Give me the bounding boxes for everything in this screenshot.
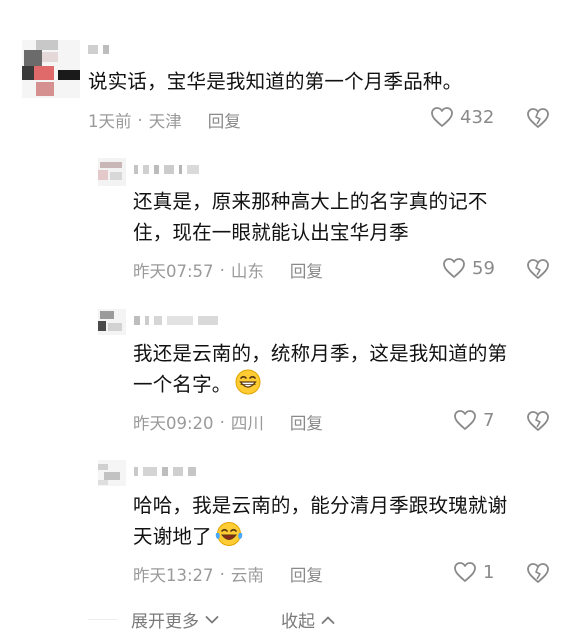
- like-button[interactable]: 7: [453, 409, 494, 431]
- comment-meta: 昨天07:57 · 山东 回复: [133, 258, 323, 282]
- comment-text: 说实话，宝华是我知道的第一个月季品种。: [88, 70, 463, 93]
- reply-button[interactable]: 回复: [208, 108, 241, 132]
- username[interactable]: [88, 44, 109, 54]
- comment-text: 哈哈，我是云南的，能分清月季跟玫瑰就谢 天谢地了: [133, 490, 507, 552]
- like-button[interactable]: 432: [430, 106, 494, 128]
- expand-more-label: 展开更多: [131, 612, 199, 632]
- like-count: 7: [483, 409, 495, 431]
- collapse-button[interactable]: 收起: [281, 607, 335, 632]
- dislike-icon[interactable]: [526, 258, 550, 280]
- avatar[interactable]: [98, 309, 126, 335]
- heart-icon: [454, 410, 476, 430]
- avatar[interactable]: [98, 158, 126, 186]
- like-count: 59: [472, 257, 495, 279]
- comment-location: 天津: [148, 112, 182, 131]
- comment-time: 昨天09:20: [133, 414, 214, 433]
- grinning-emoji: [235, 369, 261, 395]
- comment-location: 山东: [230, 262, 264, 281]
- chevron-up-icon: [321, 616, 335, 624]
- meta-separator: ·: [219, 412, 225, 432]
- dislike-icon[interactable]: [526, 107, 550, 129]
- comment-text: 还真是，原来那种高大上的名字真的记不 住，现在一眼就能认出宝华月季: [133, 186, 488, 248]
- comment-meta: 昨天13:27 · 云南 回复: [133, 562, 323, 586]
- comment-text-line-2: 天谢地了: [133, 521, 507, 552]
- username[interactable]: [134, 466, 196, 476]
- comment-time: 1天前: [88, 112, 132, 131]
- like-button[interactable]: 1: [453, 561, 494, 583]
- collapse-label: 收起: [281, 612, 315, 632]
- reply-button[interactable]: 回复: [290, 410, 323, 434]
- heart-icon: [454, 562, 476, 582]
- comment-time: 昨天13:27: [133, 566, 214, 585]
- avatar[interactable]: [22, 40, 80, 98]
- comment-text-line: 我还是云南的，统称月季，这是我知道的第: [133, 342, 508, 365]
- username[interactable]: [134, 164, 199, 174]
- meta-separator: ·: [219, 564, 225, 584]
- comment-location: 云南: [230, 566, 264, 585]
- chevron-down-icon: [205, 615, 219, 623]
- like-button[interactable]: 59: [442, 257, 495, 279]
- comment-meta: 昨天09:20 · 四川 回复: [133, 410, 323, 434]
- dislike-icon[interactable]: [526, 562, 550, 584]
- comment-text-line: 天谢地了: [133, 525, 212, 548]
- heart-icon: [443, 258, 465, 278]
- dislike-icon[interactable]: [526, 410, 550, 432]
- username[interactable]: [134, 315, 218, 325]
- comment-location: 四川: [230, 414, 264, 433]
- comment-text-line: 住，现在一眼就能认出宝华月季: [133, 221, 409, 244]
- comment-text-line: 还真是，原来那种高大上的名字真的记不: [133, 190, 488, 213]
- comment-meta: 1天前 · 天津 回复: [88, 108, 241, 132]
- comment-time: 昨天07:57: [133, 262, 214, 281]
- reply-button[interactable]: 回复: [290, 258, 323, 282]
- meta-separator: ·: [219, 260, 225, 280]
- tears-of-joy-emoji: [215, 522, 243, 546]
- like-count: 1: [483, 561, 495, 583]
- comment-text-line: 哈哈，我是云南的，能分清月季跟玫瑰就谢: [133, 494, 508, 517]
- comment-text-line: 一个名字。: [133, 373, 232, 396]
- expand-more-button[interactable]: 展开更多: [131, 607, 219, 632]
- comment-text-line-2: 一个名字。: [133, 369, 507, 400]
- avatar[interactable]: [98, 460, 126, 486]
- thread-divider-line: [88, 619, 118, 620]
- reply-button[interactable]: 回复: [290, 562, 323, 586]
- like-count: 432: [460, 106, 495, 128]
- heart-icon: [431, 107, 453, 127]
- meta-separator: ·: [137, 110, 143, 130]
- comment-text: 我还是云南的，统称月季，这是我知道的第 一个名字。: [133, 338, 507, 400]
